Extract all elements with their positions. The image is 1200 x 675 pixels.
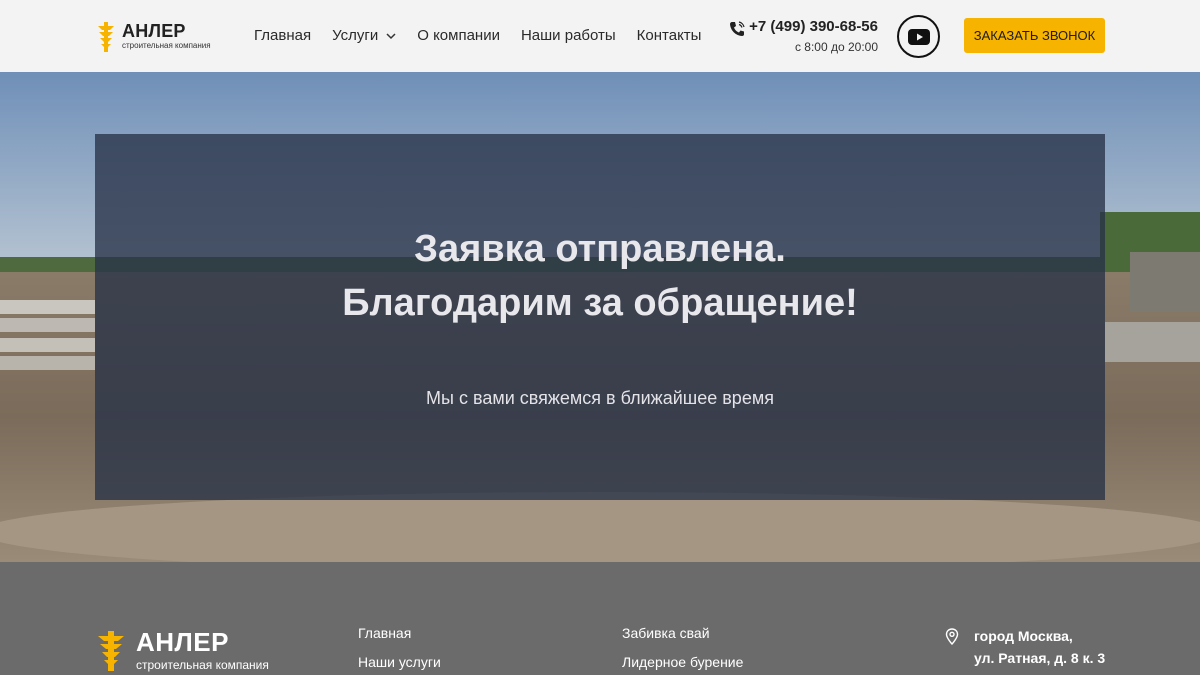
nav-label: Главная xyxy=(254,27,312,44)
site-footer: АНЛЕР строительная компания Главная Наши… xyxy=(0,562,1200,675)
nav-label: Контакты xyxy=(636,27,702,44)
phone-icon xyxy=(730,21,745,36)
footer-link-home[interactable]: Главная xyxy=(358,625,441,642)
nav-item-home[interactable]: Главная xyxy=(254,27,311,45)
confirmation-title: Заявка отправлена. Благодарим за обращен… xyxy=(95,222,1105,330)
hero-section: Заявка отправлена. Благодарим за обращен… xyxy=(0,72,1200,562)
logo-pile-icon xyxy=(98,631,124,671)
header-logo[interactable]: АНЛЕР строительная компания xyxy=(96,22,211,52)
nav-item-services[interactable]: Услуги xyxy=(332,27,396,45)
address-street: ул. Ратная, д. 8 к. 3 xyxy=(974,650,1106,666)
working-hours: с 8:00 до 20:00 xyxy=(794,40,878,54)
footer-nav-column: Главная Наши услуги xyxy=(358,625,441,675)
location-pin-icon xyxy=(945,628,959,645)
title-line-1: Заявка отправлена. xyxy=(414,228,786,270)
nav-item-about[interactable]: О компании xyxy=(417,27,500,45)
phone-block: +7 (499) 390-68-56 с 8:00 до 20:00 xyxy=(728,18,878,58)
nav-item-works[interactable]: Наши работы xyxy=(521,27,616,45)
youtube-button[interactable] xyxy=(897,15,940,58)
footer-link-leader-drilling[interactable]: Лидерное бурение xyxy=(622,654,743,671)
nav-item-contacts[interactable]: Контакты xyxy=(637,27,702,45)
logo-tagline: строительная компания xyxy=(122,41,211,50)
nav-label: О компании xyxy=(417,27,500,44)
nav-label: Услуги xyxy=(332,27,379,44)
footer-address: город Москва, ул. Ратная, д. 8 к. 3 xyxy=(945,625,1105,669)
phone-number-link[interactable]: +7 (499) 390-68-56 xyxy=(749,18,878,35)
youtube-icon xyxy=(907,28,930,45)
title-line-2: Благодарим за обращение! xyxy=(342,282,858,324)
confirmation-panel: Заявка отправлена. Благодарим за обращен… xyxy=(95,134,1105,500)
chevron-down-icon xyxy=(386,33,396,40)
footer-link-services[interactable]: Наши услуги xyxy=(358,654,441,671)
main-nav: Главная Услуги О компании Наши работы Ко… xyxy=(254,27,722,45)
footer-logo[interactable]: АНЛЕР строительная компания xyxy=(96,628,269,672)
footer-logo-name: АНЛЕР xyxy=(136,627,229,657)
logo-name: АНЛЕР xyxy=(122,21,186,41)
footer-logo-tagline: строительная компания xyxy=(136,658,269,672)
footer-link-pile-driving[interactable]: Забивка свай xyxy=(622,625,743,642)
logo-pile-icon xyxy=(98,22,114,52)
site-header: АНЛЕР строительная компания Главная Услу… xyxy=(0,0,1200,72)
confirmation-subtitle: Мы с вами свяжемся в ближайшее время xyxy=(426,388,774,408)
order-call-button[interactable]: ЗАКАЗАТЬ ЗВОНОК xyxy=(964,18,1105,53)
address-city: город Москва, xyxy=(974,628,1073,644)
footer-services-column: Забивка свай Лидерное бурение xyxy=(622,625,743,675)
nav-label: Наши работы xyxy=(520,27,616,44)
